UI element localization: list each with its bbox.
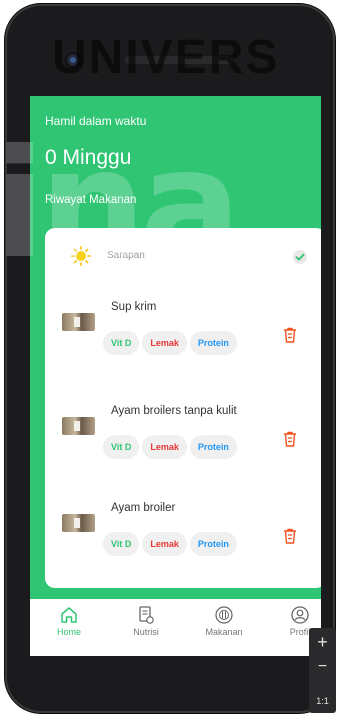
nav-label: Home [56,627,81,637]
trash-icon[interactable] [283,327,297,343]
trash-icon[interactable] [283,528,297,544]
zoom-reset-button[interactable]: 1:1 [309,688,336,714]
phone-frame: Hamil dalam waktu 0 Minggu Riwayat Makan… [5,4,335,713]
zoom-controls: + − 1:1 [309,628,336,713]
nutrient-tag: Lemak [142,331,187,355]
food-name: Ayam broiler [111,502,176,514]
nutrient-tag: Lemak [142,532,187,556]
nutrient-tag: Vit D [103,435,140,459]
food-thumbnail [62,514,95,532]
nutrient-tags: Vit D Lemak Protein [103,331,237,355]
nutrient-tag: Protein [189,435,237,459]
zoom-out-button[interactable]: − [309,656,336,678]
nutrient-tag: Protein [189,331,237,355]
pregnancy-weeks-value: 0 Minggu [45,146,132,169]
speaker-grille [125,56,235,64]
nutrient-tag: Lemak [142,435,187,459]
trash-icon[interactable] [283,431,297,447]
nutrient-tag: Vit D [103,331,140,355]
meal-history-card: Sarapan Sup krim Vit D Lemak Protein Aya… [45,228,321,588]
nutrient-tag: Protein [189,532,237,556]
food-thumbnail [62,417,95,435]
front-camera [67,54,79,66]
meal-header[interactable]: Sarapan [45,228,321,276]
bottom-navigation: Home Nutrisi Makanan Profil [30,599,321,656]
pregnancy-label: Hamil dalam waktu [45,114,147,128]
food-item: Ayam broiler Vit D Lemak Protein [45,494,321,588]
food-name: Ayam broilers tanpa kulit [111,405,237,417]
nav-item-makanan[interactable]: Makanan [194,605,254,637]
nutrient-tag: Vit D [103,532,140,556]
check-icon[interactable] [293,250,307,264]
food-item: Ayam broilers tanpa kulit Vit D Lemak Pr… [45,397,321,497]
meal-name: Sarapan [107,250,145,261]
nav-label: Makanan [205,627,243,637]
nutrition-icon [139,606,154,624]
sun-icon [71,246,91,266]
food-name: Sup krim [111,301,157,313]
section-title: Riwayat Makanan [45,194,137,206]
nav-item-nutrisi[interactable]: Nutrisi [116,605,176,637]
profile-icon [291,606,309,624]
nav-item-home[interactable]: Home [39,605,99,637]
food-icon [215,606,233,624]
zoom-in-button[interactable]: + [309,628,336,656]
app-screen: Hamil dalam waktu 0 Minggu Riwayat Makan… [30,96,321,656]
food-item: Sup krim Vit D Lemak Protein [45,293,321,393]
nutrient-tags: Vit D Lemak Protein [103,532,237,556]
food-thumbnail [62,313,95,331]
nav-label: Nutrisi [133,627,159,637]
home-icon [61,607,77,623]
nutrient-tags: Vit D Lemak Protein [103,435,237,459]
